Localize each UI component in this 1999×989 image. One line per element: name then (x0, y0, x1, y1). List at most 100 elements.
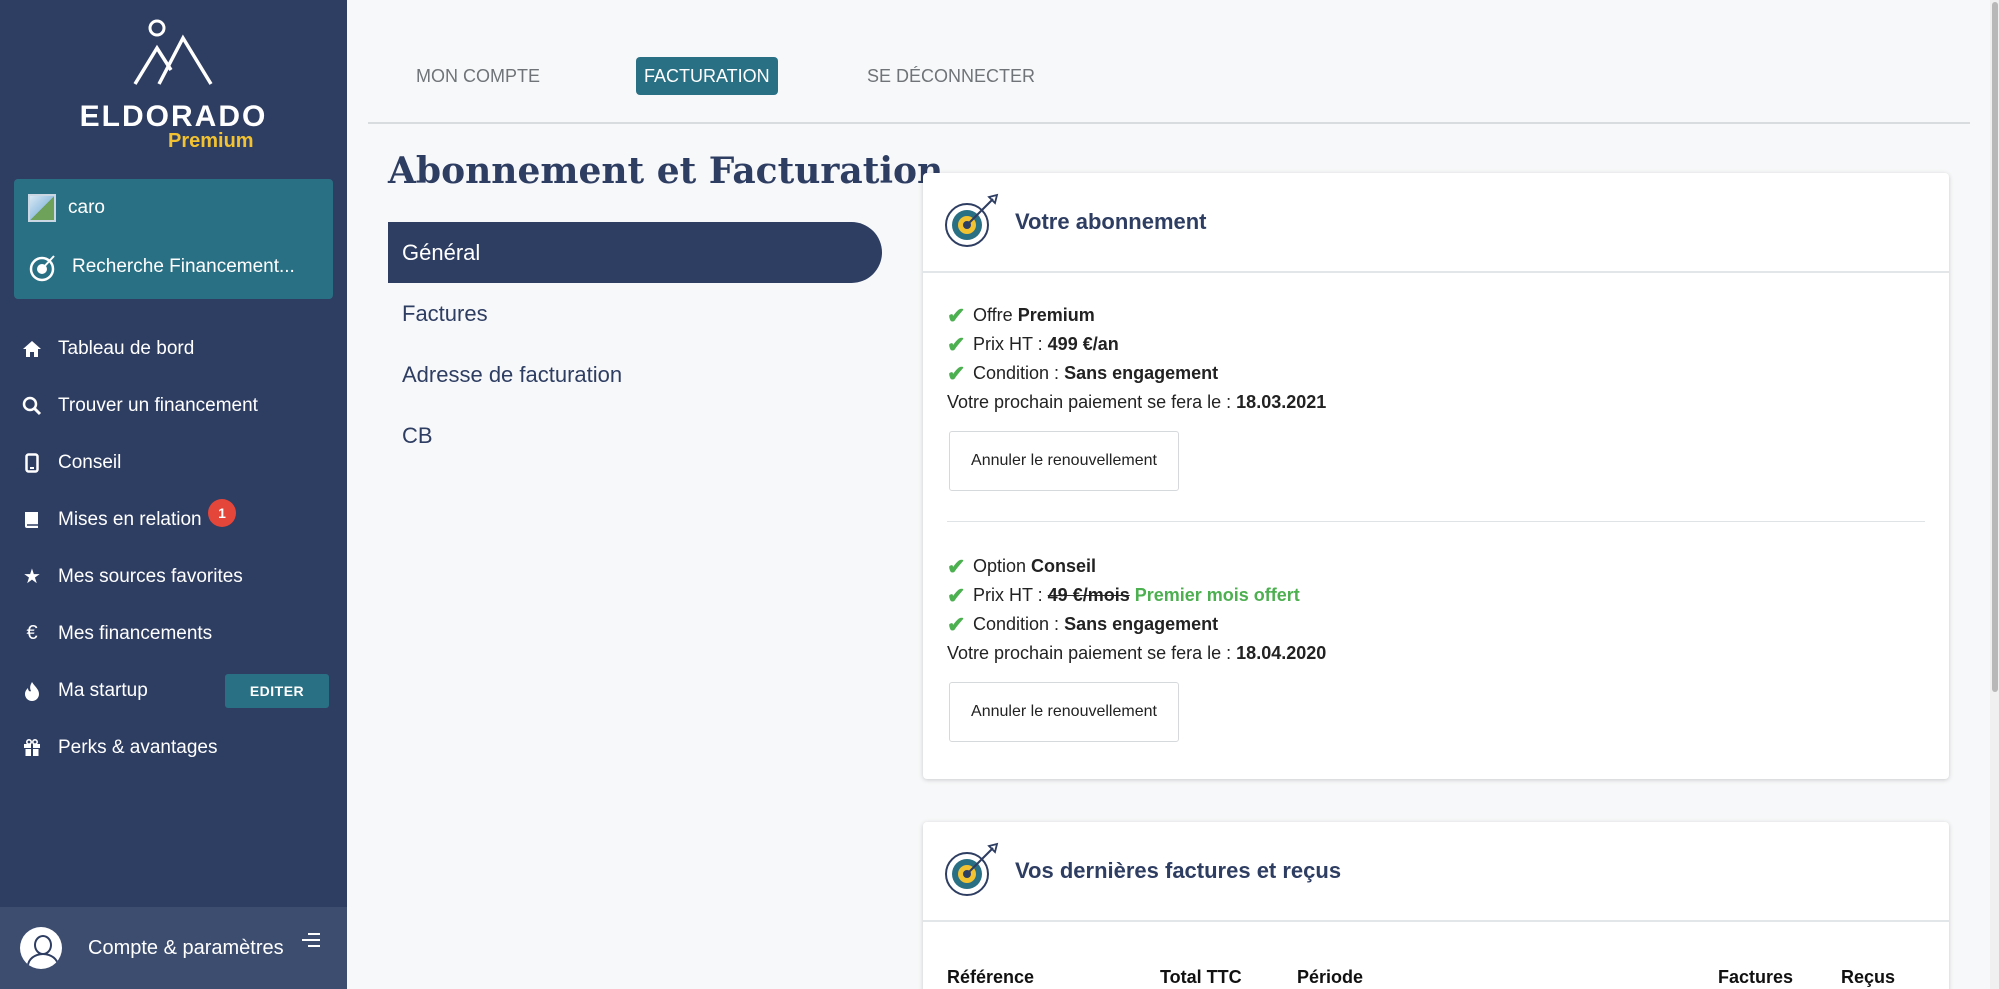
tab-logout[interactable]: SE DÉCONNECTER (859, 57, 1043, 95)
check-icon: ✔ (947, 553, 966, 579)
cancel-renewal-button[interactable]: Annuler le renouvellement (949, 682, 1179, 742)
nav-label: Perks & avantages (58, 736, 218, 758)
search-icon (20, 394, 44, 418)
account-settings[interactable]: Compte & paramètres (0, 907, 347, 989)
tab-my-account[interactable]: MON COMPTE (408, 57, 548, 95)
notification-badge: 1 (208, 499, 236, 527)
nav-label: Conseil (58, 451, 122, 473)
check-icon: ✔ (947, 611, 966, 637)
gift-icon (20, 736, 44, 760)
home-icon (20, 337, 44, 361)
label: Prix HT : (973, 585, 1043, 605)
profile-image-icon (28, 194, 56, 222)
nav-item-favorites[interactable]: ★ Mes sources favorites (0, 548, 347, 605)
nav-item-dashboard[interactable]: Tableau de bord (0, 320, 347, 377)
billing-submenu: Général Factures Adresse de facturation … (388, 222, 882, 466)
label: Votre prochain paiement se fera le : (947, 392, 1232, 412)
check-icon: ✔ (947, 302, 966, 328)
submenu-billing-address[interactable]: Adresse de facturation (388, 344, 882, 405)
value: Sans engagement (1064, 614, 1219, 634)
value: 499 €/an (1047, 334, 1119, 354)
label: Prix HT : (973, 334, 1043, 354)
nav-label: Mes sources favorites (58, 565, 243, 587)
mountain-logo-icon (133, 19, 213, 85)
target-icon (945, 842, 999, 896)
nav-label: Mises en relation (58, 508, 202, 530)
subscription-card: Votre abonnement ✔ Offre Premium ✔ Prix … (923, 173, 1949, 779)
sidebar: ELDORADO Premium caro Recherche Financem… (0, 0, 347, 989)
scrollbar-thumb[interactable] (1992, 2, 1998, 692)
user-name: caro (68, 197, 105, 218)
nav-item-advice[interactable]: Conseil (0, 434, 347, 491)
nav-label: Tableau de bord (58, 337, 195, 359)
card-title: Votre abonnement (1015, 209, 1207, 234)
user-card: caro Recherche Financement... (14, 179, 333, 299)
advice-option-section: ✔ Option Conseil ✔ Prix HT : 49 €/mois P… (923, 522, 1949, 742)
target-icon (945, 193, 999, 247)
nav-label: Trouver un financement (58, 394, 258, 416)
tab-billing[interactable]: FACTURATION (636, 57, 778, 95)
plan-condition: ✔ Condition : Sans engagement (947, 359, 1925, 388)
target-icon (29, 255, 55, 282)
label: Offre (973, 305, 1013, 325)
plan-offer: ✔ Offre Premium (947, 301, 1925, 330)
check-icon: ✔ (947, 331, 966, 357)
nav-label: Mes financements (58, 622, 213, 644)
plan-next-payment: Votre prochain paiement se fera le : 18.… (947, 388, 1925, 417)
card-header: Vos dernières factures et reçus (923, 822, 1949, 922)
nav-label: Ma startup (58, 679, 148, 701)
column-total: Total TTC (1160, 967, 1242, 987)
page-title: Abonnement et Facturation (388, 150, 944, 192)
option-offer: ✔ Option Conseil (947, 552, 1925, 581)
nav-item-connections[interactable]: Mises en relation 1 (0, 491, 347, 548)
invoices-card: Vos dernières factures et reçus Référenc… (923, 822, 1949, 989)
submenu-invoices[interactable]: Factures (388, 283, 882, 344)
brand-name: ELDORADO (79, 100, 268, 133)
brand-tier: Premium (168, 130, 254, 152)
value: 18.04.2020 (1236, 643, 1327, 663)
account-label: Compte & paramètres (88, 936, 284, 959)
user-avatar-icon (20, 927, 62, 969)
edit-startup-button[interactable]: EDITER (225, 674, 329, 708)
nav-item-my-funding[interactable]: € Mes financements (0, 605, 347, 662)
plan-price: ✔ Prix HT : 499 €/an (947, 330, 1925, 359)
premium-plan-section: ✔ Offre Premium ✔ Prix HT : 499 €/an ✔ C… (923, 273, 1949, 522)
brand-logo[interactable]: ELDORADO Premium (0, 0, 347, 165)
nav-item-my-startup[interactable]: Ma startup EDITER (0, 662, 347, 719)
label: Votre prochain paiement se fera le : (947, 643, 1232, 663)
option-next-payment: Votre prochain paiement se fera le : 18.… (947, 639, 1925, 668)
value: Sans engagement (1064, 363, 1219, 383)
check-icon: ✔ (947, 360, 966, 386)
option-condition: ✔ Condition : Sans engagement (947, 610, 1925, 639)
column-receipts: Reçus (1841, 967, 1896, 987)
phone-icon (20, 451, 44, 475)
invoices-table-header: Référence Total TTC Période Factures Reç… (923, 959, 1949, 989)
option-price: ✔ Prix HT : 49 €/mois Premier mois offer… (947, 581, 1925, 610)
user-profile[interactable]: caro (28, 193, 105, 223)
label: Condition : (973, 614, 1060, 634)
old-price: 49 €/mois (1047, 585, 1130, 605)
book-icon (20, 508, 44, 532)
fire-icon (20, 679, 44, 703)
card-title: Vos dernières factures et reçus (1015, 858, 1342, 883)
label: Option (973, 556, 1027, 576)
value: Conseil (1031, 556, 1097, 576)
value: 18.03.2021 (1236, 392, 1327, 412)
value: Premium (1017, 305, 1095, 325)
check-icon: ✔ (947, 582, 966, 608)
sidebar-nav: Tableau de bord Trouver un financement C… (0, 320, 347, 776)
project-name: Recherche Financement... (72, 256, 295, 277)
top-tabs: MON COMPTE FACTURATION SE DÉCONNECTER (368, 0, 1970, 124)
submenu-general[interactable]: Général (388, 222, 882, 283)
nav-item-perks[interactable]: Perks & avantages (0, 719, 347, 776)
euro-icon: € (26, 622, 38, 644)
menu-toggle-icon[interactable] (302, 931, 320, 954)
project-selector[interactable]: Recherche Financement... (28, 249, 295, 285)
cancel-renewal-button[interactable]: Annuler le renouvellement (949, 431, 1179, 491)
label: Condition : (973, 363, 1060, 383)
nav-item-find-funding[interactable]: Trouver un financement (0, 377, 347, 434)
column-invoices: Factures (1718, 967, 1794, 987)
submenu-card[interactable]: CB (388, 405, 882, 466)
column-reference: Référence (947, 967, 1035, 987)
star-icon: ★ (23, 566, 41, 588)
